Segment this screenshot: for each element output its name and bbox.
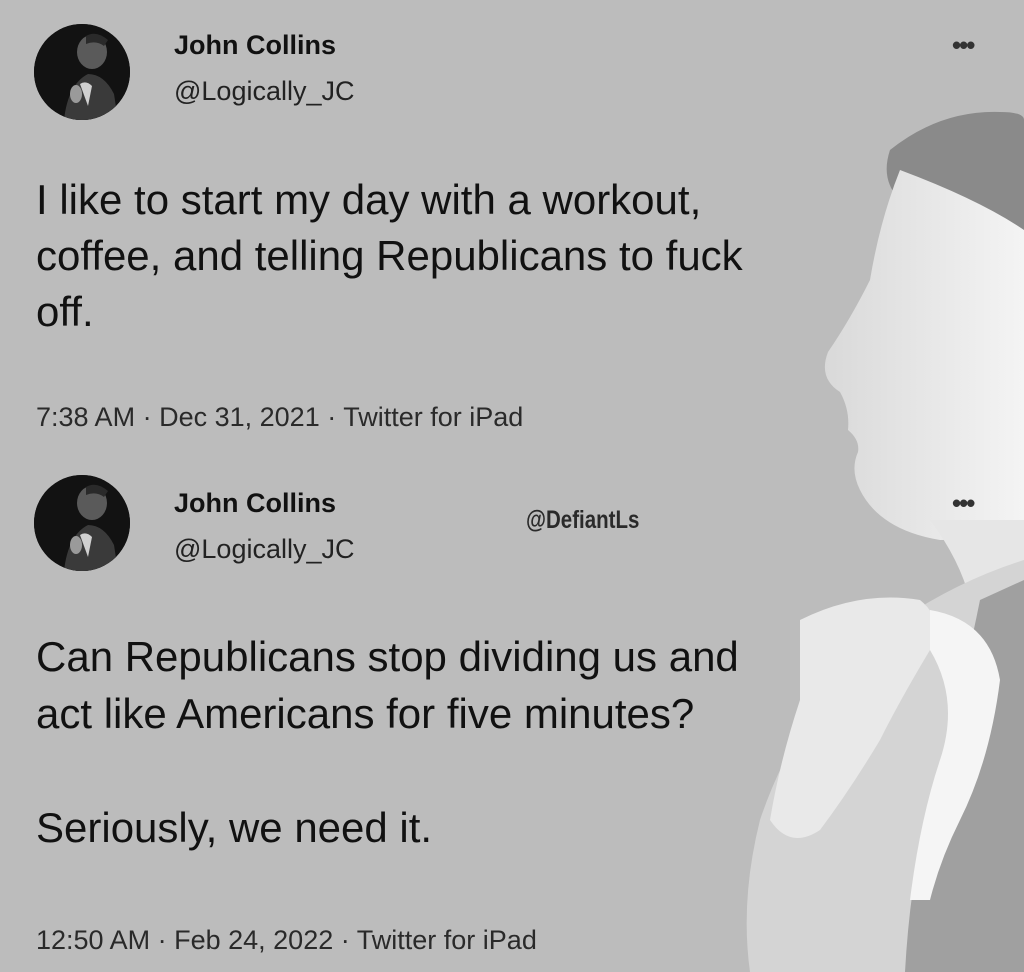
separator: ·	[340, 925, 350, 955]
author-name[interactable]: John Collins	[174, 488, 336, 519]
tweet[interactable]: John Collins @Logically_JC ••• Can Repub…	[0, 0, 1024, 972]
avatar[interactable]	[34, 475, 130, 571]
separator: ·	[157, 925, 167, 955]
tweet-source[interactable]: Twitter for iPad	[357, 925, 537, 955]
tweet-time[interactable]: 12:50 AM	[36, 925, 150, 955]
tweet-text: Can Republicans stop dividing us and act…	[36, 633, 739, 851]
tweet-meta: 12:50 AM · Feb 24, 2022 · Twitter for iP…	[36, 925, 537, 956]
author-handle[interactable]: @Logically_JC	[174, 534, 354, 565]
more-horizontal-icon[interactable]: •••	[952, 488, 975, 519]
tweet-date[interactable]: Feb 24, 2022	[174, 925, 333, 955]
watermark-label: @DefiantLs	[526, 506, 640, 534]
avatar-photo	[34, 475, 130, 571]
